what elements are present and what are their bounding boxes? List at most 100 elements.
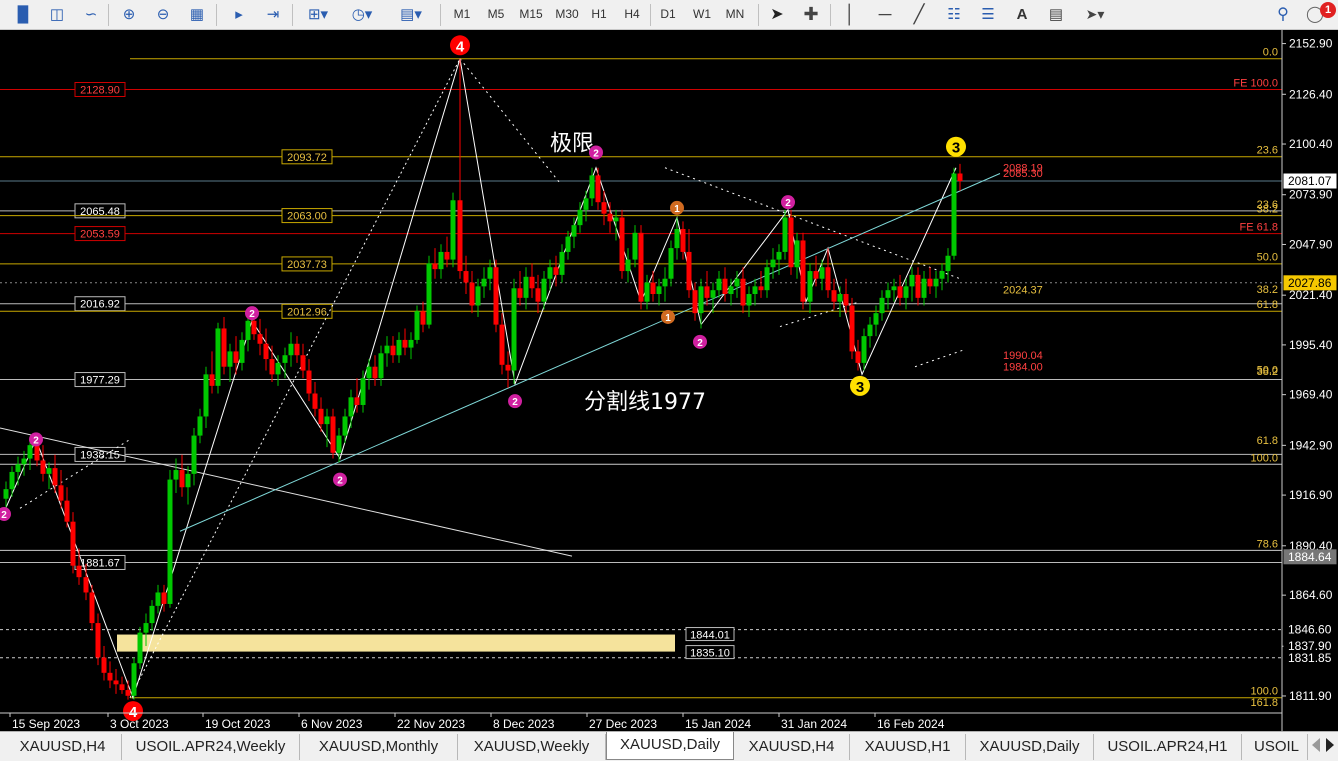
- arrows-dropdown-icon[interactable]: ➤▾: [1078, 3, 1112, 25]
- wave-label-text: 4: [456, 38, 465, 55]
- zoom-in-icon[interactable]: ⊕: [116, 3, 142, 25]
- timeframe-mn-button[interactable]: MN: [720, 3, 750, 25]
- templates-icon[interactable]: ▤▾: [392, 3, 430, 25]
- horizontal-line-icon[interactable]: ─: [874, 3, 896, 25]
- candle-body-bear: [800, 240, 806, 302]
- candle-body-bear: [113, 680, 119, 685]
- candle-body-bull: [450, 200, 456, 260]
- tab-xauusd-h4-2[interactable]: XAUUSD,H4: [734, 734, 850, 760]
- text-tool-icon[interactable]: A: [1012, 3, 1032, 25]
- time-tick-label: 6 Nov 2023: [301, 717, 363, 731]
- fibo-retracement-icon[interactable]: ☰: [976, 3, 1000, 25]
- candle-body-bull: [819, 267, 825, 279]
- candle-body-bear: [788, 217, 794, 268]
- candle-body-bear: [505, 364, 511, 371]
- tab-scroll-left-icon[interactable]: [1312, 738, 1320, 752]
- chart-background: [0, 30, 1338, 731]
- vertical-line-icon[interactable]: │: [840, 3, 860, 25]
- trendline-icon[interactable]: ╱: [908, 3, 930, 25]
- candle-body-bear: [825, 267, 831, 291]
- autoscroll-icon[interactable]: ⇥: [260, 3, 286, 25]
- tile-windows-icon[interactable]: ▦: [184, 3, 210, 25]
- price-tag-label: 1846.60: [1288, 623, 1332, 637]
- bar-chart-icon[interactable]: █: [10, 3, 36, 25]
- candle-body-bear: [354, 397, 360, 405]
- timeframe-m30-button[interactable]: M30: [550, 3, 584, 25]
- wave-label-text: 2: [249, 309, 255, 320]
- chart-tabs-bar: XAUUSD,H4 USOIL.APR24,Weekly XAUUSD,Mont…: [0, 731, 1338, 761]
- candle-body-bull: [674, 228, 680, 249]
- candlestick-chart-icon[interactable]: ◫: [44, 3, 70, 25]
- tab-xauusd-daily-2[interactable]: XAUUSD,Daily: [966, 734, 1094, 760]
- fib-ratio-label: 0.0: [1263, 47, 1278, 59]
- candle-body-bull: [438, 251, 444, 270]
- candle-body-bull: [288, 343, 294, 356]
- timeframe-h4-button[interactable]: H4: [618, 3, 646, 25]
- candle-body-bear: [312, 393, 318, 409]
- cursor-icon[interactable]: ➤: [766, 3, 788, 25]
- candle-body-bull: [336, 435, 342, 453]
- candle-body-bear: [209, 374, 215, 386]
- line-chart-icon[interactable]: ∽: [78, 3, 104, 25]
- timeframe-h1-button[interactable]: H1: [586, 3, 612, 25]
- indicators-icon[interactable]: ⊞▾: [300, 3, 336, 25]
- timeframe-m15-button[interactable]: M15: [514, 3, 548, 25]
- fib-ratio-label: 100.0: [1250, 686, 1278, 698]
- candle-body-bull: [275, 362, 281, 375]
- candle-body-bear: [855, 351, 861, 363]
- timeframe-w1-button[interactable]: W1: [688, 3, 716, 25]
- tab-xauusd-weekly[interactable]: XAUUSD,Weekly: [458, 734, 606, 760]
- candle-body-bear: [595, 175, 601, 203]
- small-price-tag: 2024.37: [1003, 284, 1043, 296]
- candle-body-bull: [613, 217, 619, 222]
- candle-body-bear: [915, 274, 921, 298]
- candle-body-bear: [638, 232, 644, 302]
- candle-body-bull: [945, 255, 951, 272]
- timeframe-m1-button[interactable]: M1: [448, 3, 476, 25]
- candle-body-bear: [680, 228, 686, 252]
- text-label-icon[interactable]: ▤: [1044, 3, 1068, 25]
- tab-xauusd-h4[interactable]: XAUUSD,H4: [4, 734, 122, 760]
- small-price-tag: 1984.00: [1003, 362, 1043, 374]
- red-level-label: 2128.90: [80, 84, 120, 96]
- candle-body-bull: [782, 217, 788, 252]
- candle-body-bull: [378, 353, 384, 379]
- candle-body-bull: [837, 294, 843, 302]
- candle-body-bear: [263, 343, 269, 360]
- candle-body-bear: [221, 328, 227, 367]
- time-tick-label: 3 Oct 2023: [110, 717, 169, 731]
- time-tick-label: 8 Dec 2023: [493, 717, 555, 731]
- price-chart[interactable]: 2128.902053.592065.482016.921977.291938.…: [0, 30, 1338, 731]
- timeframe-d1-button[interactable]: D1: [654, 3, 682, 25]
- timeframe-m5-button[interactable]: M5: [482, 3, 510, 25]
- candle-body-bear: [330, 416, 336, 453]
- tab-xauusd-h1[interactable]: XAUUSD,H1: [850, 734, 966, 760]
- candle-body-bull: [360, 378, 366, 405]
- candle-body-bull: [149, 605, 155, 624]
- notification-badge[interactable]: 1: [1320, 2, 1336, 18]
- wave-label-text: 2: [337, 476, 343, 487]
- search-icon[interactable]: ⚲: [1272, 3, 1294, 25]
- tab-scroll-right-icon[interactable]: [1326, 738, 1334, 752]
- small-price-tag: 2085.30: [1003, 168, 1043, 180]
- tab-xauusd-daily-active[interactable]: XAUUSD,Daily: [606, 732, 734, 760]
- periods-clock-icon[interactable]: ◷▾: [344, 3, 380, 25]
- fib-ratio-label: 38.2: [1257, 204, 1278, 216]
- chart-shift-icon[interactable]: ▸: [226, 3, 252, 25]
- zoom-out-icon[interactable]: ⊖: [150, 3, 176, 25]
- candle-body-bear: [607, 213, 613, 222]
- price-tick-label: 1969.40: [1289, 388, 1333, 402]
- wave-label-text: 2: [512, 397, 518, 408]
- tab-usoil-partial[interactable]: USOIL: [1242, 734, 1308, 760]
- candle-body-bull: [662, 278, 668, 287]
- time-tick-label: 15 Sep 2023: [12, 717, 80, 731]
- tab-usoil-weekly[interactable]: USOIL.APR24,Weekly: [122, 734, 300, 760]
- fibo-expansion-icon[interactable]: ☷: [942, 3, 966, 25]
- candle-body-bull: [426, 263, 432, 325]
- candle-body-bull: [776, 251, 782, 260]
- tab-usoil-h1[interactable]: USOIL.APR24,H1: [1094, 734, 1242, 760]
- candle-body-bear: [897, 286, 903, 298]
- candle-body-bull: [885, 290, 891, 298]
- tab-xauusd-monthly[interactable]: XAUUSD,Monthly: [300, 734, 458, 760]
- crosshair-icon[interactable]: ✚: [800, 3, 822, 25]
